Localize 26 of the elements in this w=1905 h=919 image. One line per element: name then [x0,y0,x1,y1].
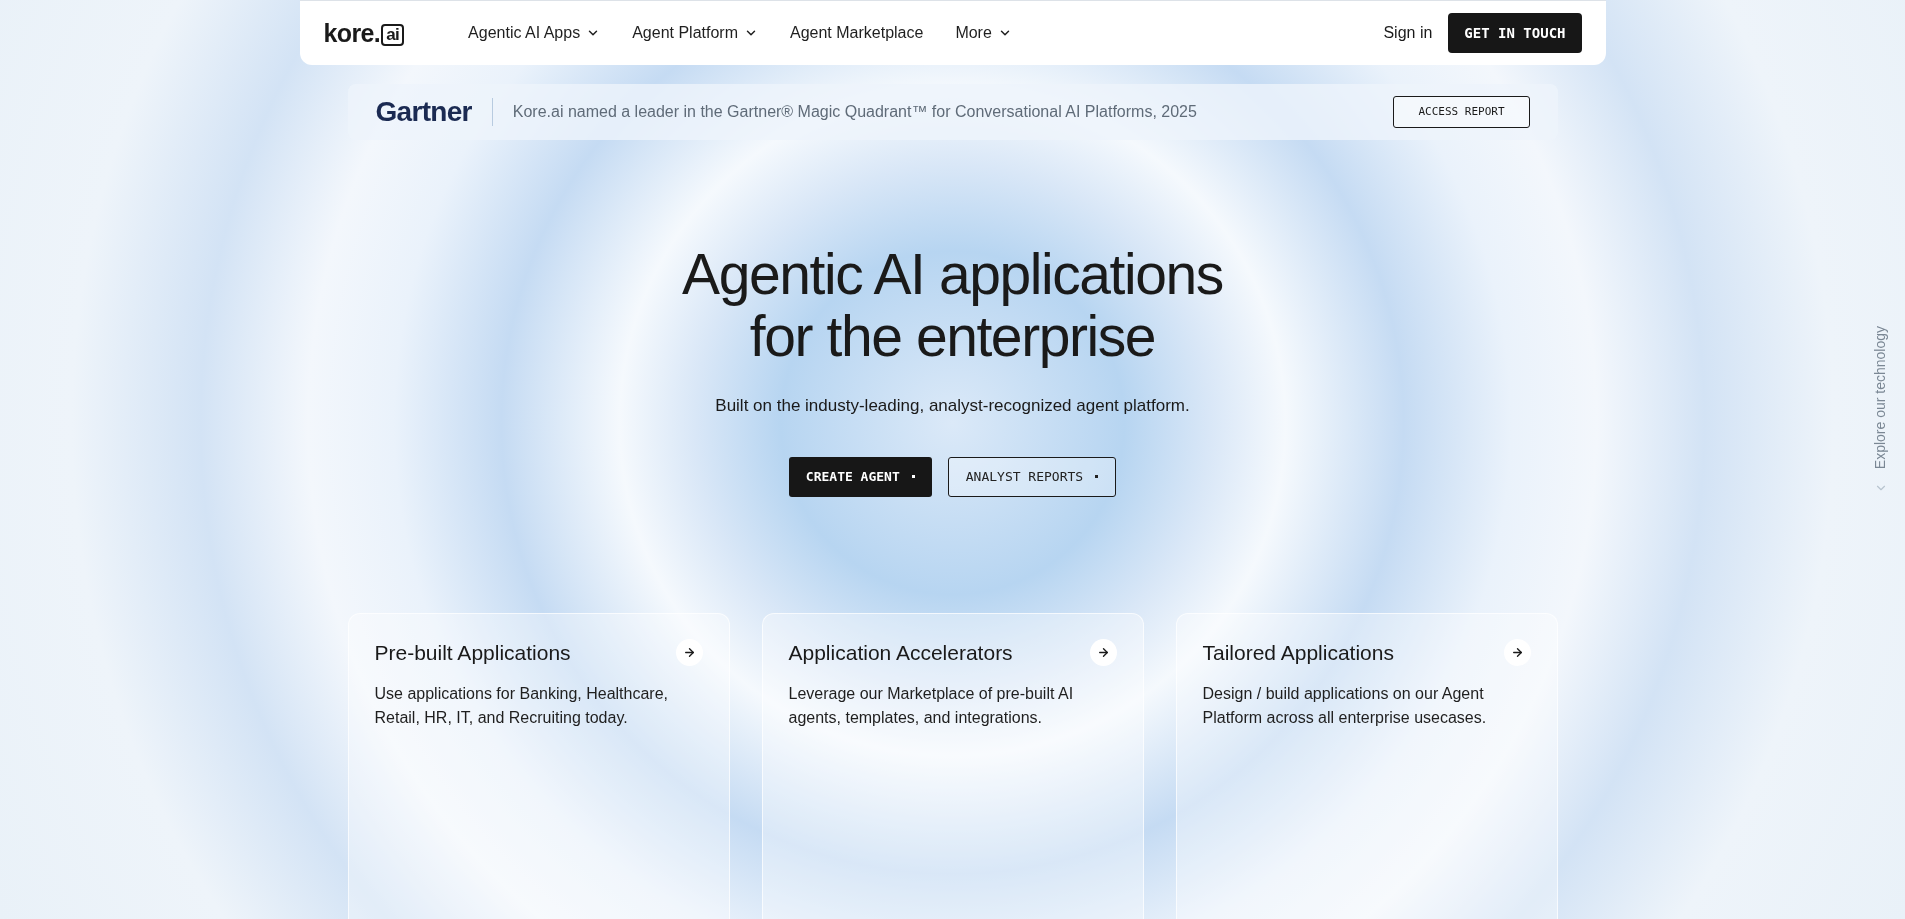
sign-in-link[interactable]: Sign in [1383,21,1433,45]
access-report-button[interactable]: ACCESS REPORT [1393,96,1530,128]
banner-text: Kore.ai named a leader in the Gartner® Magic Quadrant™ for Conversational AI Platforms, 2025 [512,102,1197,122]
feature-card[interactable]: Application Accelerators Leverage our Marketplace of pre-built AI agents, templates, and integrations. [761,612,1144,919]
nav-link[interactable]: Agent Marketplace [790,21,924,45]
create-agent-button[interactable]: CREATE AGENT [788,456,932,497]
arrow-right-icon[interactable] [1089,638,1117,666]
arrow-right-icon[interactable] [675,638,703,666]
card-title: Tailored Applications [1202,639,1394,666]
feature-card[interactable]: Pre-built Applications Use applications for Banking, Healthcare, Retail, HR, IT, and Recruiting today. [347,612,730,919]
hero-subtitle: Built on the industy-leading, analyst-recognized agent platform. [715,395,1190,417]
analyst-reports-button[interactable]: ANALYST REPORTS [947,456,1117,497]
card-title: Pre-built Applications [374,639,571,666]
nav-link[interactable]: Agentic AI Apps [468,21,601,45]
card-description: Design / build applications on our Agent Platform across all enterprise usecases. [1202,684,1488,728]
hero-heading: Agentic AI applications for the enterprise [682,243,1223,367]
feature-card[interactable]: Tailored Applications Design / build applications on our Agent Platform across all enterprise usecases. [1175,612,1558,919]
get-in-touch-button[interactable]: GET IN TOUCH [1448,13,1582,53]
card-title: Application Accelerators [788,639,1013,666]
nav-link[interactable]: More [955,21,1012,45]
logo[interactable]: kore. ai [323,20,405,46]
brand-logo: Gartner [375,95,472,129]
arrow-right-icon[interactable] [1503,638,1531,666]
card-description: Use applications for Banking, Healthcare, Retail, HR, IT, and Recruiting today. [374,684,669,728]
nav-link[interactable]: Agent Platform [632,21,758,45]
card-description: Leverage our Marketplace of pre-built AI agents, templates, and integrations. [788,684,1075,728]
